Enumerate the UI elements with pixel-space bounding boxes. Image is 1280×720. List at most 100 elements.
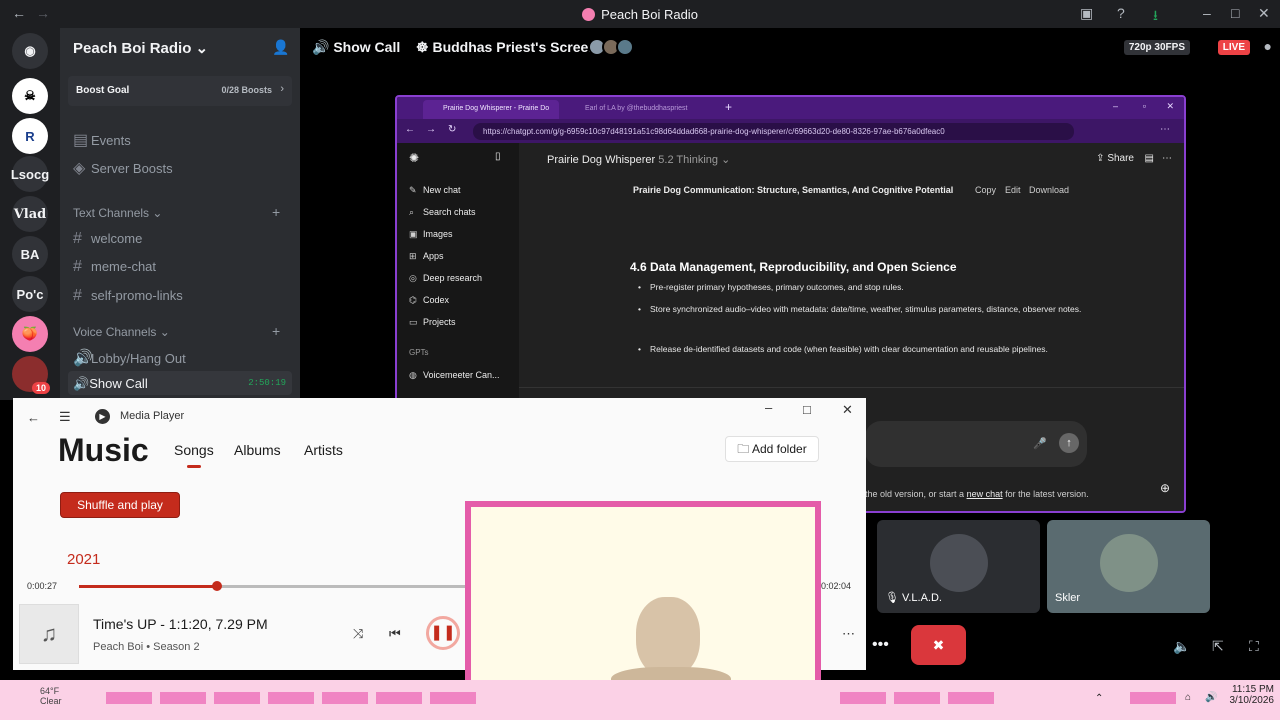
participant-tile-vlad[interactable]: 🎙 V.L.A.D. bbox=[877, 520, 1040, 613]
chat-icon[interactable]: ● bbox=[1264, 38, 1272, 54]
tab-albums[interactable]: Albums bbox=[234, 442, 281, 458]
taskbar-app[interactable] bbox=[1130, 692, 1176, 704]
more-options-icon[interactable]: ⋯ bbox=[1162, 153, 1172, 164]
taskbar-app[interactable] bbox=[214, 692, 260, 704]
channel-self-promo-links[interactable]: # self-promo-links bbox=[73, 287, 183, 305]
fullscreen-icon[interactable]: ⛶ bbox=[1249, 638, 1259, 655]
sidebar-codex[interactable]: ⌬ Codex bbox=[409, 295, 449, 306]
browser-menu-icon[interactable]: ⋯ bbox=[1160, 124, 1170, 135]
download-button[interactable]: Download bbox=[1029, 185, 1069, 195]
sidebar-search-chats[interactable]: ⌕ Search chats bbox=[409, 207, 476, 218]
browser-tab-active[interactable]: Prairie Dog Whisperer - Prairie Do bbox=[423, 100, 559, 119]
sidebar-apps[interactable]: ⊞ Apps bbox=[409, 251, 444, 262]
more-options-icon[interactable]: ••• bbox=[872, 636, 889, 654]
sidebar-new-chat[interactable]: ✎ New chat bbox=[409, 185, 461, 196]
weather-widget[interactable]: 64°F Clear bbox=[40, 686, 62, 706]
taskbar-app[interactable] bbox=[840, 692, 886, 704]
voice-channel-show-call[interactable]: 🔊Show Call 2:50:19 bbox=[68, 371, 292, 395]
browser-forward-icon[interactable]: → bbox=[426, 124, 436, 135]
channel-meme-chat[interactable]: # meme-chat bbox=[73, 258, 156, 276]
shuffle-and-play-button[interactable]: Shuffle and play bbox=[60, 492, 180, 518]
pop-out-icon[interactable]: ⇱ bbox=[1212, 638, 1224, 655]
copy-button[interactable]: Copy bbox=[975, 185, 996, 195]
send-icon[interactable]: ↑ bbox=[1059, 433, 1079, 453]
channel-welcome[interactable]: # welcome bbox=[73, 230, 142, 248]
viewer-avatars[interactable] bbox=[588, 38, 634, 61]
taskbar-app[interactable] bbox=[894, 692, 940, 704]
boost-goal-card[interactable]: Boost Goal 0/28 Boosts › bbox=[68, 76, 292, 106]
add-text-channel-icon[interactable]: + bbox=[272, 204, 280, 220]
add-folder-button[interactable]: 🗀 Add folder bbox=[725, 436, 819, 462]
server-boosts-item[interactable]: ◈ Server Boosts bbox=[73, 158, 173, 178]
new-chat-link[interactable]: new chat bbox=[967, 489, 1003, 499]
edit-button[interactable]: Edit bbox=[1005, 185, 1021, 195]
browser-tab-2[interactable]: Earl of LA by @thebuddhaspriest bbox=[565, 100, 715, 119]
tab-songs[interactable]: Songs bbox=[174, 442, 214, 458]
openai-logo-icon[interactable]: ✺ bbox=[409, 151, 419, 165]
sidebar-images[interactable]: ▣ Images bbox=[409, 229, 453, 240]
server-icon-peach-boi-radio[interactable]: 🍑 bbox=[12, 316, 48, 352]
previous-track-icon[interactable]: ⏮ bbox=[389, 626, 401, 642]
server-icon-ba[interactable]: BA bbox=[12, 236, 48, 272]
taskbar-app[interactable] bbox=[160, 692, 206, 704]
server-icon-lsocg[interactable]: Lsocg bbox=[11, 156, 49, 192]
close-icon[interactable]: ✕ bbox=[842, 402, 853, 418]
zoom-icon[interactable]: ⊕ bbox=[1160, 481, 1170, 495]
pause-button[interactable]: ❚❚ bbox=[426, 616, 460, 650]
add-member-icon[interactable]: 👤 bbox=[272, 39, 289, 56]
network-icon[interactable]: ⌂ bbox=[1185, 692, 1191, 703]
seek-knob[interactable] bbox=[212, 581, 223, 591]
clock[interactable]: 11:15 PM 3/10/2026 bbox=[1222, 684, 1275, 706]
taskbar-app[interactable] bbox=[430, 692, 476, 704]
help-icon[interactable]: ? bbox=[1117, 5, 1125, 21]
taskbar-app[interactable] bbox=[268, 692, 314, 704]
volume-icon[interactable]: 🔊 bbox=[1205, 692, 1217, 703]
add-voice-channel-icon[interactable]: + bbox=[272, 323, 280, 339]
voice-channels-category[interactable]: Voice Channels ⌄ bbox=[73, 325, 170, 339]
microphone-icon[interactable]: 🎤 bbox=[1033, 437, 1047, 450]
events-item[interactable]: ▤ Events bbox=[73, 130, 131, 150]
text-channels-category[interactable]: Text Channels ⌄ bbox=[73, 206, 162, 220]
volume-icon[interactable]: 🔈 bbox=[1173, 638, 1190, 655]
browser-restore-icon[interactable]: ▫ bbox=[1143, 101, 1146, 111]
model-selector[interactable]: Prairie Dog Whisperer 5.2 Thinking ⌄ bbox=[547, 153, 730, 166]
sidebar-gpt-voicemeeter[interactable]: ◍ Voicemeeter Can... bbox=[409, 370, 500, 381]
participant-tile-skler[interactable]: Skler bbox=[1047, 520, 1210, 613]
server-icon-red[interactable]: 10 bbox=[12, 356, 50, 394]
canvas-icon[interactable]: ▤ bbox=[1145, 153, 1154, 164]
server-icon-r[interactable]: R bbox=[12, 118, 48, 154]
server-name[interactable]: Peach Boi Radio ⌄ bbox=[73, 39, 208, 57]
browser-minimize-icon[interactable]: – bbox=[1113, 101, 1118, 111]
inbox-icon[interactable]: ▣ bbox=[1080, 5, 1093, 22]
minimize-icon[interactable]: – bbox=[765, 400, 772, 415]
share-button[interactable]: ⇪ Share bbox=[1096, 153, 1134, 164]
minimize-icon[interactable]: – bbox=[1203, 5, 1211, 21]
chat-input-box[interactable]: 🎤 ↑ bbox=[865, 421, 1087, 467]
new-tab-icon[interactable]: + bbox=[725, 100, 732, 114]
sidebar-projects[interactable]: ▭ Projects bbox=[409, 317, 456, 328]
taskbar-app[interactable] bbox=[376, 692, 422, 704]
browser-reload-icon[interactable]: ↻ bbox=[448, 124, 456, 135]
hamburger-menu-icon[interactable]: ☰ bbox=[59, 409, 71, 425]
server-icon-vlad[interactable]: Vlad bbox=[12, 196, 48, 232]
maximize-icon[interactable]: □ bbox=[803, 402, 811, 417]
voice-channel-lobby[interactable]: 🔊Lobby/Hang Out bbox=[73, 348, 186, 368]
seek-bar[interactable] bbox=[79, 581, 469, 591]
back-arrow-icon[interactable]: ← bbox=[27, 410, 40, 425]
close-icon[interactable]: ✕ bbox=[1258, 5, 1270, 22]
maximize-icon[interactable]: □ bbox=[1231, 5, 1239, 21]
discord-home-icon[interactable]: ◉ bbox=[12, 33, 48, 69]
download-icon[interactable]: ⭳ bbox=[1153, 5, 1158, 29]
track-artist[interactable]: Peach Boi • Season 2 bbox=[93, 641, 200, 653]
tab-artists[interactable]: Artists bbox=[304, 442, 343, 458]
shuffle-icon[interactable]: ⤨ bbox=[353, 626, 363, 642]
more-options-icon[interactable]: ⋯ bbox=[842, 626, 855, 642]
sidebar-toggle-icon[interactable]: ▯ bbox=[495, 151, 501, 162]
taskbar-app[interactable] bbox=[948, 692, 994, 704]
server-icon-poc[interactable]: Po'c bbox=[12, 276, 48, 312]
url-input[interactable]: https://chatgpt.com/g/g-6959c10c97d48191… bbox=[473, 123, 1074, 140]
browser-close-icon[interactable]: ✕ bbox=[1166, 101, 1174, 112]
sidebar-deep-research[interactable]: ◎ Deep research bbox=[409, 273, 482, 284]
chevron-up-icon[interactable]: ⌃ bbox=[1095, 693, 1103, 704]
track-title[interactable]: Time's UP - 1:1:20, 7.29 PM bbox=[93, 616, 268, 632]
